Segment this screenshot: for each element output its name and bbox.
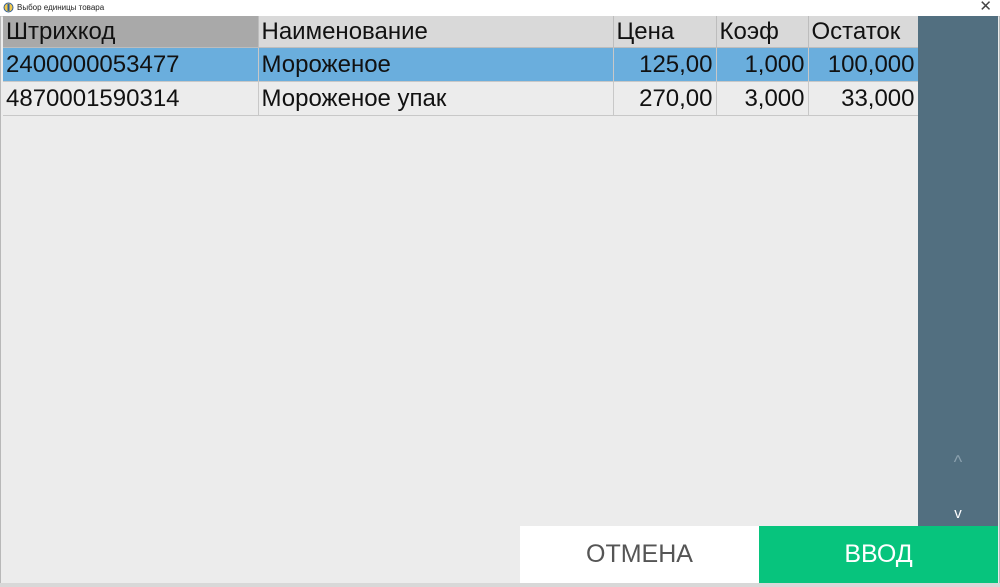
enter-button[interactable]: ВВОД [759,526,998,583]
cell-price: 125,00 [613,47,717,82]
window-title: Выбор единицы товара [17,3,105,12]
cell-coef: 3,000 [716,81,809,116]
cell-name: Мороженое [258,47,614,82]
cell-coef: 1,000 [716,47,809,82]
close-button[interactable]: ✕ [979,0,992,15]
column-header-price[interactable]: Цена [613,16,717,48]
app-icon [3,2,14,13]
scroll-down-button[interactable]: v [918,502,998,526]
window-bottom-edge [0,583,1000,587]
table-row[interactable]: 4870001590314 Мороженое упак 270,00 3,00… [3,81,919,116]
table-row-selected[interactable]: 2400000053477 Мороженое 125,00 1,000 100… [3,47,919,82]
items-grid: Штрихкод Наименование Цена Коэф Остаток … [3,16,919,526]
cell-stock: 100,000 [808,47,919,82]
cell-stock: 33,000 [808,81,919,116]
cell-barcode: 4870001590314 [3,81,259,116]
column-header-barcode[interactable]: Штрихкод [3,16,259,48]
cell-price: 270,00 [613,81,717,116]
cell-barcode: 2400000053477 [3,47,259,82]
cell-name: Мороженое упак [258,81,614,116]
scroll-up-button[interactable]: ^ [918,444,998,480]
column-header-name[interactable]: Наименование [258,16,614,48]
cancel-button[interactable]: ОТМЕНА [520,526,759,583]
column-header-stock[interactable]: Остаток [808,16,919,48]
scroll-panel: ^ v [918,16,998,526]
title-bar: Выбор единицы товара ✕ [0,0,1000,17]
header-row: Штрихкод Наименование Цена Коэф Остаток [3,16,919,48]
items-table: Штрихкод Наименование Цена Коэф Остаток … [3,16,919,116]
column-header-coef[interactable]: Коэф [716,16,809,48]
